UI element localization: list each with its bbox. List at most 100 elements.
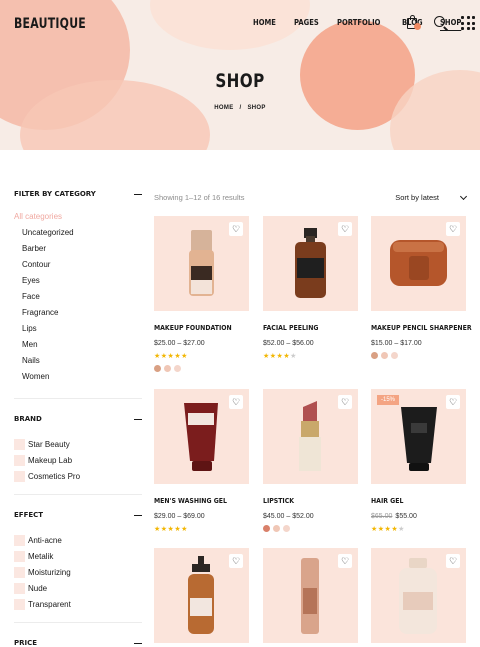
search-icon[interactable] xyxy=(433,15,449,31)
nav-home[interactable]: HOME xyxy=(253,18,276,31)
brand-option[interactable]: Makeup Lab xyxy=(14,452,142,468)
brand-label: Star Beauty xyxy=(28,439,70,449)
product-card[interactable]: ♡ xyxy=(371,548,466,643)
checkbox[interactable] xyxy=(14,566,25,578)
price-filter-header[interactable]: PRICE xyxy=(14,639,142,647)
wishlist-heart-icon[interactable]: ♡ xyxy=(446,222,460,236)
swatch[interactable] xyxy=(164,365,171,372)
brand-label: Cosmetics Pro xyxy=(28,471,81,481)
nav-pages[interactable]: PAGES xyxy=(294,18,319,31)
swatch[interactable] xyxy=(371,352,378,359)
effect-option[interactable]: Anti-acne xyxy=(14,532,142,548)
product-card[interactable]: ♡ MAKEUP FOUNDATION $25.00 – $27.00 ★★★★… xyxy=(154,216,249,372)
product-card[interactable]: -15% ♡ HAIR GEL $65.00 $55.00 ★★★★★ xyxy=(371,389,466,533)
nav-portfolio[interactable]: PORTFOLIO xyxy=(337,18,380,31)
cart-icon[interactable] xyxy=(405,15,421,31)
product-card[interactable]: ♡ xyxy=(154,548,249,643)
swatch[interactable] xyxy=(263,525,270,532)
product-name[interactable]: LIPSTICK xyxy=(263,496,345,505)
checkbox[interactable] xyxy=(14,454,25,466)
product-image[interactable]: -15% ♡ xyxy=(371,389,466,484)
checkbox[interactable] xyxy=(14,550,25,562)
wishlist-heart-icon[interactable]: ♡ xyxy=(229,554,243,568)
category-item-face[interactable]: Face xyxy=(14,292,142,308)
swatch[interactable] xyxy=(381,352,388,359)
effect-option[interactable]: Nude xyxy=(14,580,142,596)
sale-price: $55.00 xyxy=(395,513,417,520)
brand-option[interactable]: Cosmetics Pro xyxy=(14,468,142,484)
category-filter-header[interactable]: FILTER BY CATEGORY xyxy=(14,190,142,198)
product-image[interactable]: ♡ xyxy=(263,216,358,311)
product-image[interactable]: ♡ xyxy=(154,216,249,311)
category-item-nails[interactable]: Nails xyxy=(14,356,142,372)
product-image[interactable]: ♡ xyxy=(371,216,466,311)
effect-option[interactable]: Metalik xyxy=(14,548,142,564)
product-card[interactable]: ♡ LIPSTICK $45.00 – $52.00 xyxy=(263,389,358,532)
product-image[interactable]: ♡ xyxy=(154,389,249,484)
breadcrumb-home[interactable]: HOME xyxy=(214,105,233,111)
effect-filter-header[interactable]: EFFECT xyxy=(14,511,142,519)
page-title: SHOP xyxy=(215,70,265,92)
product-image[interactable]: ♡ xyxy=(263,548,358,643)
brand-filter-header[interactable]: BRAND xyxy=(14,415,142,423)
wishlist-heart-icon[interactable]: ♡ xyxy=(446,395,460,409)
swatch[interactable] xyxy=(283,525,290,532)
category-item-contour[interactable]: Contour xyxy=(14,260,142,276)
checkbox[interactable] xyxy=(14,438,25,450)
category-item-barber[interactable]: Barber xyxy=(14,244,142,260)
collapse-icon[interactable] xyxy=(134,193,142,195)
product-name[interactable]: MAKEUP FOUNDATION xyxy=(154,323,236,332)
checkbox[interactable] xyxy=(14,470,25,482)
category-filter-title: FILTER BY CATEGORY xyxy=(14,190,96,198)
chevron-down-icon xyxy=(459,192,468,200)
logo[interactable]: BEAUTIQUE xyxy=(14,16,86,32)
checkbox[interactable] xyxy=(14,534,25,546)
product-image[interactable]: ♡ xyxy=(371,548,466,643)
category-item-women[interactable]: Women xyxy=(14,372,142,388)
product-card[interactable]: ♡ MAKEUP PENCIL SHARPENER $15.00 – $17.0… xyxy=(371,216,472,359)
swatch[interactable] xyxy=(391,352,398,359)
collapse-icon[interactable] xyxy=(134,642,142,644)
sort-select[interactable]: Sort by latest xyxy=(395,192,468,202)
divider xyxy=(14,622,142,623)
category-item-fragrance[interactable]: Fragrance xyxy=(14,308,142,324)
swatch[interactable] xyxy=(154,365,161,372)
swatch[interactable] xyxy=(273,525,280,532)
product-name[interactable]: MEN'S WASHING GEL xyxy=(154,496,236,505)
wishlist-heart-icon[interactable]: ♡ xyxy=(229,395,243,409)
effect-option[interactable]: Moisturizing xyxy=(14,564,142,580)
category-item-uncategorized[interactable]: Uncategorized xyxy=(14,228,142,244)
product-card[interactable]: ♡ MEN'S WASHING GEL $29.00 – $69.00 ★★★★… xyxy=(154,389,249,533)
wishlist-heart-icon[interactable]: ♡ xyxy=(446,554,460,568)
product-card[interactable]: ♡ xyxy=(263,548,358,643)
wishlist-heart-icon[interactable]: ♡ xyxy=(338,395,352,409)
product-price: $25.00 – $27.00 xyxy=(154,340,205,347)
breadcrumb-current: SHOP xyxy=(247,105,266,111)
product-name[interactable]: MAKEUP PENCIL SHARPENER xyxy=(371,323,472,332)
collapse-icon[interactable] xyxy=(134,514,142,516)
star-rating: ★★★★★ xyxy=(371,526,405,533)
wishlist-heart-icon[interactable]: ♡ xyxy=(338,554,352,568)
checkbox[interactable] xyxy=(14,598,25,610)
effect-option[interactable]: Transparent xyxy=(14,596,142,612)
product-image[interactable]: ♡ xyxy=(263,389,358,484)
wishlist-heart-icon[interactable]: ♡ xyxy=(229,222,243,236)
product-card[interactable]: ♡ FACIAL PEELING $52.00 – $56.00 ★★★★★ xyxy=(263,216,358,360)
product-image[interactable]: ♡ xyxy=(154,548,249,643)
category-item-all[interactable]: All categories xyxy=(14,212,142,228)
wishlist-heart-icon[interactable]: ♡ xyxy=(338,222,352,236)
brand-list: Star Beauty Makeup Lab Cosmetics Pro xyxy=(14,436,142,484)
category-item-men[interactable]: Men xyxy=(14,340,142,356)
brand-option[interactable]: Star Beauty xyxy=(14,436,142,452)
collapse-icon[interactable] xyxy=(134,418,142,420)
category-item-lips[interactable]: Lips xyxy=(14,324,142,340)
checkbox[interactable] xyxy=(14,582,25,594)
effect-label: Nude xyxy=(28,583,48,593)
product-name[interactable]: FACIAL PEELING xyxy=(263,323,345,332)
product-name[interactable]: HAIR GEL xyxy=(371,496,453,505)
category-item-eyes[interactable]: Eyes xyxy=(14,276,142,292)
swatch[interactable] xyxy=(174,365,181,372)
grid-menu-icon[interactable] xyxy=(461,16,475,30)
product-price: $52.00 – $56.00 xyxy=(263,340,314,347)
color-swatches xyxy=(371,352,466,359)
